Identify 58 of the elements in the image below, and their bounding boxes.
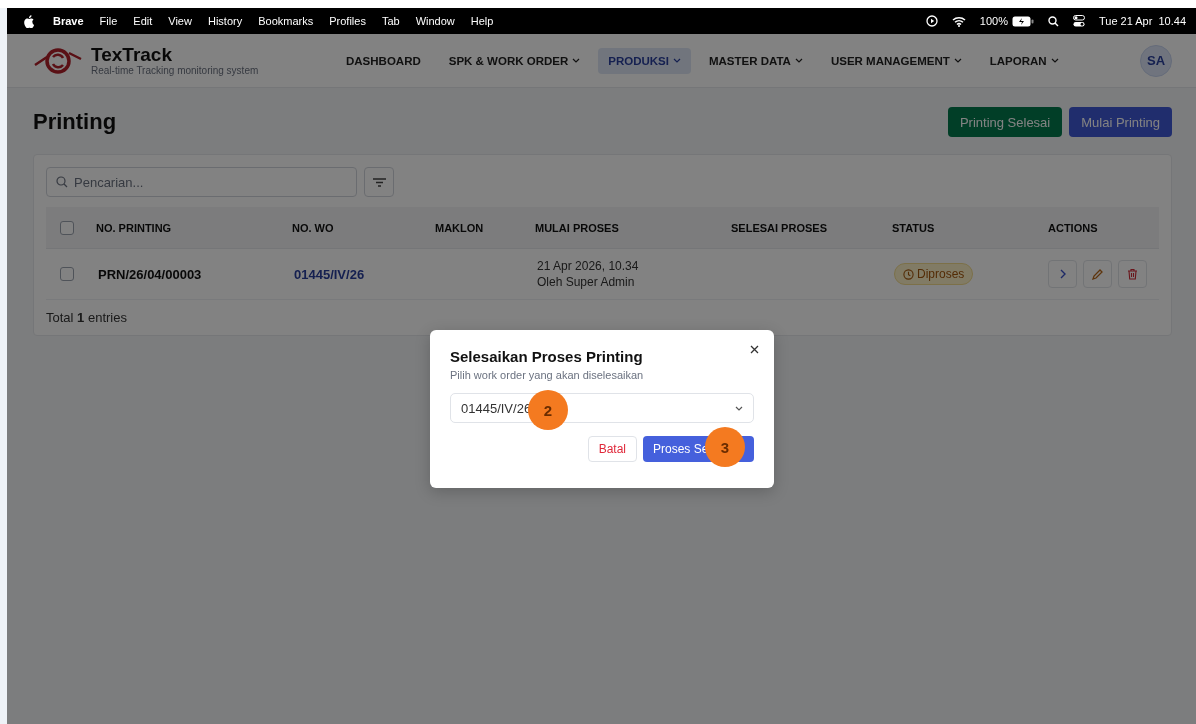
menu-item[interactable]: History — [207, 15, 243, 27]
delete-button[interactable] — [1118, 260, 1147, 288]
pencil-icon — [1091, 268, 1104, 280]
nav-item[interactable]: LAPORAN — [979, 47, 1069, 74]
table-cell-text: 21 Apr 2026, 10.34 — [537, 259, 640, 273]
brand-tagline: Real-time Tracking monitoring system — [91, 65, 260, 76]
menu-bar-clock[interactable]: Tue 21 Apr 10.44 — [1098, 15, 1186, 27]
page-title: Printing — [33, 109, 117, 135]
play-circle-icon[interactable] — [925, 15, 938, 27]
column-header: MULAI PROSES — [535, 221, 620, 234]
column-header: ACTIONS — [1048, 221, 1099, 234]
battery-percentage: 100% — [979, 15, 1008, 27]
table-cell-text: PRN/26/04/00003 — [97, 266, 203, 282]
chevron-down-icon — [735, 405, 743, 411]
step-number-tooltip: 2 — [528, 390, 568, 430]
menu-item[interactable]: Edit — [133, 15, 153, 27]
column-header: NO. WO — [292, 221, 335, 234]
column-header: NO. PRINTING — [96, 221, 173, 234]
menu-item[interactable]: View — [168, 15, 192, 27]
menu-item[interactable]: Tab — [381, 15, 400, 27]
status-badge: Diproses — [894, 263, 974, 285]
control-center-icon[interactable] — [1072, 15, 1085, 27]
column-header: SELESAI PROSES — [731, 221, 828, 234]
menu-item[interactable]: File — [99, 15, 118, 27]
clock-icon — [903, 268, 914, 280]
cancel-button[interactable]: Batal — [587, 436, 637, 462]
search-icon[interactable] — [1047, 15, 1059, 27]
filter-icon — [372, 177, 386, 187]
search-field[interactable]: Pencarian... — [46, 167, 357, 197]
menu-item[interactable]: Bookmarks — [258, 15, 314, 27]
table-cell-text: Oleh Super Admin — [537, 275, 636, 289]
column-header: MAKLON — [435, 221, 485, 234]
nav-item[interactable]: USER MANAGEMENT — [820, 47, 972, 74]
select-all-checkbox[interactable] — [60, 220, 74, 235]
row-checkbox[interactable] — [60, 267, 74, 281]
apple-logo-icon[interactable] — [23, 14, 35, 28]
entries-count: Total 1 entries — [46, 310, 128, 325]
work-order-link[interactable]: 01445/IV/26 — [292, 266, 435, 282]
search-icon — [56, 176, 68, 188]
menu-item[interactable]: Profiles — [329, 15, 366, 27]
brand-name: TexTrack — [91, 45, 173, 65]
chevron-right-icon — [1059, 269, 1066, 279]
app-menu[interactable]: Brave — [53, 15, 84, 27]
step-number-tooltip: 3 — [705, 427, 745, 467]
nav-item[interactable]: MASTER DATA — [698, 47, 813, 74]
wifi-icon[interactable] — [951, 15, 966, 27]
filter-button[interactable] — [364, 167, 394, 197]
battery-icon[interactable] — [1011, 15, 1034, 27]
trash-icon — [1127, 268, 1138, 280]
edit-button[interactable] — [1083, 260, 1112, 288]
column-header: STATUS — [892, 221, 936, 234]
dialog-subtitle: Pilih work order yang akan diselesaikan — [450, 369, 645, 381]
nav-item[interactable]: SPK & WORK ORDER — [438, 47, 591, 74]
close-icon — [749, 345, 759, 354]
menu-item[interactable]: Help — [470, 15, 494, 27]
dialog-title: Selesaikan Proses Printing — [450, 348, 644, 365]
nav-item[interactable]: DASHBOARD — [336, 47, 431, 74]
menu-item[interactable]: Window — [415, 15, 455, 27]
